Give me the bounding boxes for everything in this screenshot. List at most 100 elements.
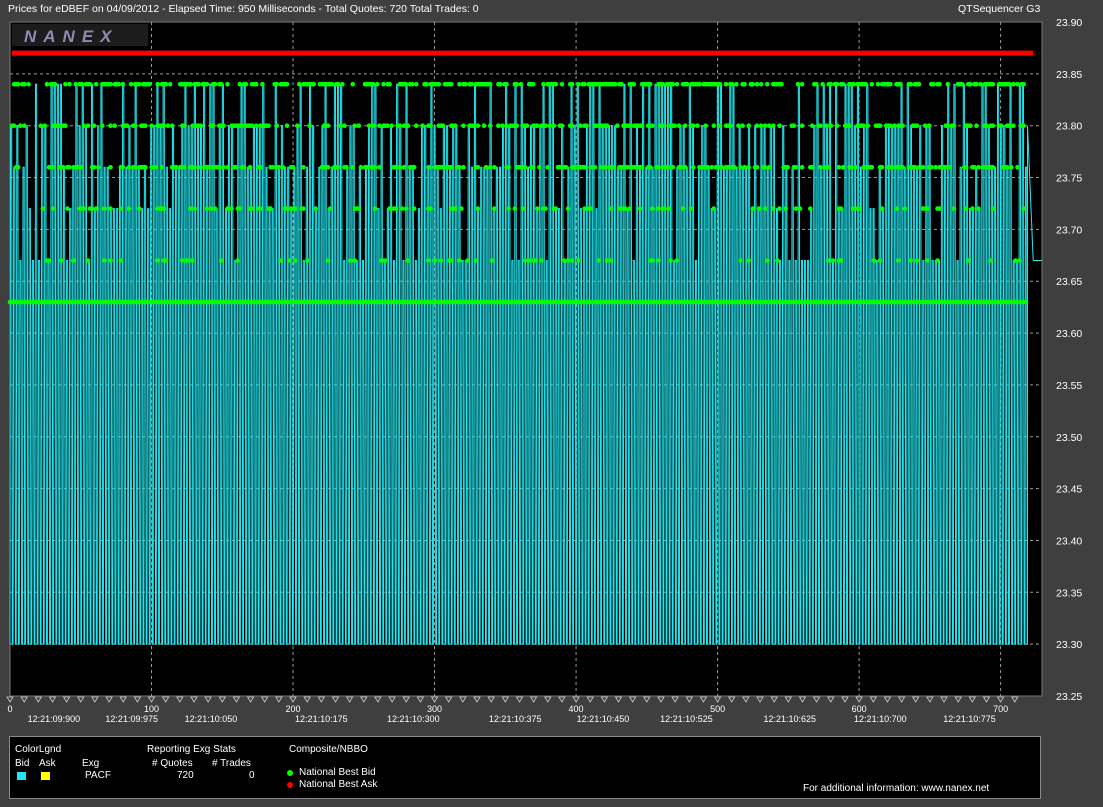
nbbo-bid-point xyxy=(877,258,883,263)
nbbo-bid-point xyxy=(723,81,729,87)
nbbo-bid-point xyxy=(381,81,386,87)
y-tick-label: 23.30 xyxy=(1056,639,1082,651)
x-caret-mark xyxy=(487,696,495,703)
nbbo-bid-point xyxy=(336,164,341,170)
x-caret-mark xyxy=(600,696,609,703)
nbbo-bid-point xyxy=(924,258,930,263)
nbbo-bid-point xyxy=(830,258,836,263)
nbbo-bid-point xyxy=(498,81,503,87)
nbbo-bid-point xyxy=(426,164,431,170)
x-caret-mark xyxy=(558,696,566,703)
x-caret-mark xyxy=(982,696,991,703)
y-tick-label: 23.35 xyxy=(1056,587,1082,599)
nbbo-bid-point xyxy=(984,164,990,170)
nbbo-bid-point xyxy=(46,258,52,263)
nbbo-bid-point xyxy=(387,206,392,211)
nbbo-bid-point xyxy=(210,123,216,128)
nbbo-bid-point xyxy=(900,164,905,170)
nbbo-bid-point xyxy=(247,164,253,170)
nbbo-bid-point xyxy=(73,81,78,87)
x-caret-mark xyxy=(628,696,637,703)
x-caret-mark xyxy=(119,696,127,703)
nbbo-bid-point xyxy=(990,206,996,211)
nbbo-bid-point xyxy=(650,123,655,128)
nbbo-bid-point xyxy=(963,164,969,170)
nbbo-bid-point xyxy=(650,258,655,263)
x-caret-mark xyxy=(360,696,368,703)
nbbo-bid-point xyxy=(483,164,489,170)
x-tick-label: 200 xyxy=(286,704,301,714)
nbbo-bid-point xyxy=(155,258,160,263)
nbbo-bid-point xyxy=(656,258,661,263)
nbbo-bid-point xyxy=(900,123,905,128)
nbbo-bid-point xyxy=(352,258,358,263)
nbbo-bid-point xyxy=(526,258,532,263)
x-caret-mark xyxy=(784,696,793,703)
nbbo-bid-point xyxy=(818,123,823,128)
x-caret-mark xyxy=(529,696,538,703)
nbbo-bid-point xyxy=(284,123,290,128)
nbbo-bid-point xyxy=(325,164,331,170)
nbbo-bid-point xyxy=(342,123,347,128)
y-tick-label: 23.25 xyxy=(1056,691,1082,703)
nbbo-bid-point xyxy=(875,81,881,87)
x-caret-mark xyxy=(897,696,906,703)
nbbo-bid-point xyxy=(426,258,431,263)
nbbo-bid-point xyxy=(126,164,132,170)
nbbo-bid-point xyxy=(576,81,581,87)
nbbo-bid-point xyxy=(728,123,733,128)
nbbo-bid-point xyxy=(990,123,996,128)
nbbo-bid-point xyxy=(1021,206,1026,211)
nbbo-bid-point xyxy=(569,81,575,87)
y-tick-label: 23.50 xyxy=(1056,432,1082,444)
nbbo-bid-point xyxy=(742,164,747,170)
nbbo-bid-point xyxy=(373,164,378,170)
nbbo-bid-point xyxy=(149,123,154,128)
nbbo-bid-point xyxy=(377,164,382,170)
x-caret-mark xyxy=(374,696,382,703)
nbbo-bid-point xyxy=(217,164,222,170)
nbbo-bid-point xyxy=(908,258,914,263)
nbbo-bid-point xyxy=(387,81,392,87)
nbbo-bid-point xyxy=(356,206,362,211)
nbbo-bid-point xyxy=(496,123,501,128)
price-chart: NANEX 23.90 23.85 23.80 23.75 23.70 23.65 23.6… xyxy=(6,17,1082,724)
legend-best-ask: National Best Ask xyxy=(299,779,378,790)
legend-exg-header: Exg xyxy=(82,758,100,769)
nbbo-bid-point xyxy=(563,164,569,170)
nbbo-bid-point xyxy=(42,123,48,128)
nbbo-bid-point xyxy=(469,81,475,87)
nbbo-bid-point xyxy=(198,164,204,170)
nbbo-bid-point xyxy=(132,164,138,170)
nbbo-bid-point xyxy=(795,81,801,87)
y-axis-labels: 23.90 23.85 23.80 23.75 23.70 23.65 23.60 23.55… xyxy=(1056,17,1082,703)
nbbo-bid-point xyxy=(428,123,434,128)
nbbo-bid-point xyxy=(65,206,70,211)
nbbo-bid-point xyxy=(75,164,80,170)
nbbo-bid-point xyxy=(674,258,680,263)
nbbo-bid-point xyxy=(305,258,310,263)
nbbo-bid-point xyxy=(754,81,760,87)
x-caret-mark xyxy=(515,696,524,703)
nbbo-bid-point xyxy=(668,258,673,263)
nbbo-bid-point xyxy=(771,206,776,211)
x-caret-mark xyxy=(685,696,694,703)
nbbo-bid-point xyxy=(951,123,957,128)
nbbo-bid-point xyxy=(284,81,290,87)
nbbo-bid-point xyxy=(59,258,64,263)
nbbo-bid-point xyxy=(697,164,702,170)
nbbo-bid-point xyxy=(219,258,224,263)
legend-stats-title: Reporting Exg Stats xyxy=(147,744,236,755)
nbbo-bid-point xyxy=(270,164,276,170)
nbbo-bid-point xyxy=(582,206,587,211)
x-caret-mark xyxy=(968,696,977,703)
nbbo-bid-point xyxy=(71,258,76,263)
nbbo-bid-point xyxy=(840,81,846,87)
nbbo-bid-point xyxy=(695,123,700,128)
nbbo-bid-point xyxy=(143,164,148,170)
nbbo-bid-point xyxy=(457,164,462,170)
nbbo-bid-point xyxy=(118,206,124,211)
x-caret-mark xyxy=(331,696,340,703)
nbbo-bid-point xyxy=(738,258,743,263)
x-time-label: 12:21:09:900 xyxy=(28,714,81,724)
